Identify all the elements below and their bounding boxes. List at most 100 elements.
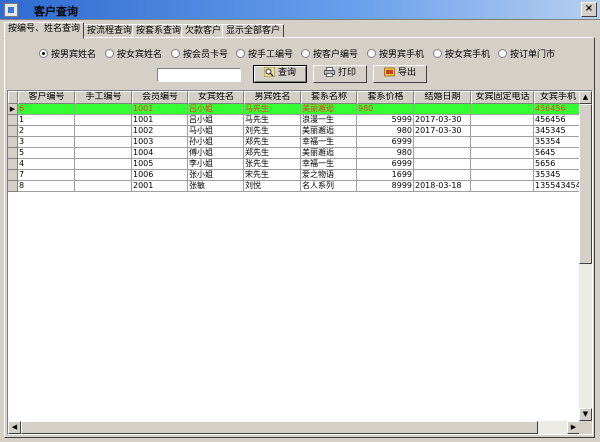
table-cell: 张小姐 — [188, 170, 244, 181]
radio-indicator — [236, 49, 245, 58]
table-cell: 1003 — [132, 137, 188, 148]
tab-all-customers[interactable]: 显示全部客户 — [222, 24, 285, 38]
vertical-scroll-thumb[interactable] — [579, 104, 592, 264]
radio-manual-id[interactable]: 按手工编号 — [236, 49, 293, 61]
radio-female-name[interactable]: 按女宾姓名 — [105, 49, 162, 61]
table-row[interactable]: 3 1003 孙小姐 郑先生 幸福一生 6999 35354 — [8, 137, 592, 148]
table-cell: 456456 — [534, 104, 582, 115]
table-cell — [414, 104, 471, 115]
print-button[interactable]: 打印 — [313, 65, 367, 83]
query-button[interactable]: 查询 — [253, 65, 307, 83]
table-cell — [471, 148, 534, 159]
table-cell — [75, 115, 132, 126]
table-cell — [75, 170, 132, 181]
table-cell: 爱之物语 — [301, 170, 357, 181]
tab-by-package[interactable]: 按套系查询 — [132, 24, 186, 38]
column-header[interactable]: 套系价格 — [357, 91, 414, 104]
table-row[interactable]: 7 1006 张小姐 宋先生 爱之物语 1699 35345 — [8, 170, 592, 181]
column-header[interactable]: 客户编号 — [18, 91, 75, 104]
row-selector-header — [8, 91, 18, 104]
radio-male-name[interactable]: 按男宾姓名 — [39, 49, 96, 61]
table-cell: 刘先生 — [244, 126, 301, 137]
row-selector[interactable] — [8, 115, 18, 126]
table-cell — [471, 137, 534, 148]
table-cell: 456456 — [534, 115, 582, 126]
row-selector[interactable]: ▶ — [8, 104, 18, 115]
export-button[interactable]: 导出 — [373, 65, 427, 83]
customer-grid[interactable]: 客户编号 手工编号 会员编号 女宾姓名 男宾姓名 套系名称 套系价格 结婚日期 … — [7, 90, 593, 435]
table-cell — [414, 159, 471, 170]
close-button[interactable]: × — [581, 2, 597, 17]
table-cell: 美丽邂逅 — [301, 126, 357, 137]
scroll-down-icon[interactable]: ▼ — [579, 408, 592, 421]
table-cell: 浪漫一生 — [301, 115, 357, 126]
table-cell: 美丽邂逅 — [301, 148, 357, 159]
table-row[interactable]: ▶ 6 1001 吕小姐 马先生 美丽邂逅 980 456456 — [8, 104, 592, 115]
radio-indicator — [498, 49, 507, 58]
column-header[interactable]: 手工编号 — [75, 91, 132, 104]
radio-indicator — [367, 49, 376, 58]
table-cell: 名人系列 — [301, 181, 357, 192]
radio-customer-id[interactable]: 按客户编号 — [301, 49, 358, 61]
table-cell: 马小姐 — [188, 126, 244, 137]
window-title: 客户查询 — [34, 5, 78, 18]
table-cell: 1001 — [132, 104, 188, 115]
column-header[interactable]: 女宾固定电话 — [471, 91, 534, 104]
column-header[interactable]: 套系名称 — [301, 91, 357, 104]
scroll-left-icon[interactable]: ◀ — [8, 421, 21, 434]
horizontal-scroll-thumb[interactable] — [21, 421, 538, 434]
radio-indicator — [105, 49, 114, 58]
grid-header: 客户编号 手工编号 会员编号 女宾姓名 男宾姓名 套系名称 套系价格 结婚日期 … — [8, 91, 592, 104]
vertical-scrollbar[interactable]: ▲ ▼ — [579, 91, 592, 421]
table-cell: 7 — [18, 170, 75, 181]
radio-female-mobile[interactable]: 按女宾手机 — [433, 49, 490, 61]
column-header[interactable]: 女宾姓名 — [188, 91, 244, 104]
tab-by-id-name[interactable]: 按编号、姓名查询 — [4, 22, 85, 39]
table-cell: 1 — [18, 115, 75, 126]
table-cell — [75, 137, 132, 148]
table-cell: 345345 — [534, 126, 582, 137]
table-cell: 5656 — [534, 159, 582, 170]
radio-male-mobile[interactable]: 按男宾手机 — [367, 49, 424, 61]
table-cell: 8999 — [357, 181, 414, 192]
row-selector[interactable] — [8, 159, 18, 170]
row-selector[interactable] — [8, 148, 18, 159]
query-panel: 按男宾姓名 按女宾姓名 按会员卡号 按手工编号 按客户编号 按男宾手机 按女宾手… — [4, 37, 595, 438]
table-cell: 5999 — [357, 115, 414, 126]
column-header[interactable]: 女宾手机 — [534, 91, 582, 104]
row-selector[interactable] — [8, 170, 18, 181]
row-selector[interactable] — [8, 181, 18, 192]
table-cell: 6999 — [357, 159, 414, 170]
radio-indicator — [433, 49, 442, 58]
radio-member-card[interactable]: 按会员卡号 — [171, 49, 228, 61]
table-row[interactable]: 8 2001张敏刘悦名人系列89992018-03-18 13554345433 — [8, 181, 592, 192]
table-cell: 马先生 — [244, 115, 301, 126]
table-row[interactable]: 1 1001 吕小姐 马先生 浪漫一生 5999 2017-03-30 456456 — [8, 115, 592, 126]
table-row[interactable]: 4 1005 李小姐 张先生 幸福一生 6999 5656 — [8, 159, 592, 170]
horizontal-scrollbar[interactable]: ◀ ▶ — [8, 421, 580, 434]
table-cell — [471, 170, 534, 181]
table-cell — [414, 148, 471, 159]
tab-arrears[interactable]: 欠款客户 — [181, 24, 226, 38]
table-cell: 郑先生 — [244, 148, 301, 159]
search-input[interactable] — [157, 68, 241, 82]
table-row[interactable]: 2 1002 马小姐 刘先生 美丽邂逅 980 2017-03-30 345345 — [8, 126, 592, 137]
column-header[interactable]: 男宾姓名 — [244, 91, 301, 104]
tab-by-process[interactable]: 按流程查询 — [83, 24, 137, 38]
table-cell — [75, 126, 132, 137]
table-cell: 幸福一生 — [301, 159, 357, 170]
row-selector[interactable] — [8, 137, 18, 148]
row-selector[interactable] — [8, 126, 18, 137]
radio-order-store[interactable]: 按订单门市 — [498, 49, 555, 61]
scroll-up-icon[interactable]: ▲ — [579, 91, 592, 104]
column-header[interactable]: 会员编号 — [132, 91, 188, 104]
table-cell — [471, 126, 534, 137]
table-row[interactable]: 5 1004 傅小姐 郑先生 美丽邂逅 980 5645 — [8, 148, 592, 159]
column-header[interactable]: 结婚日期 — [414, 91, 471, 104]
table-cell: 980 — [357, 126, 414, 137]
table-cell: 2 — [18, 126, 75, 137]
table-cell: 6 — [18, 104, 75, 115]
table-cell: 6999 — [357, 137, 414, 148]
table-cell — [75, 181, 132, 192]
magnifier-icon — [263, 67, 275, 77]
